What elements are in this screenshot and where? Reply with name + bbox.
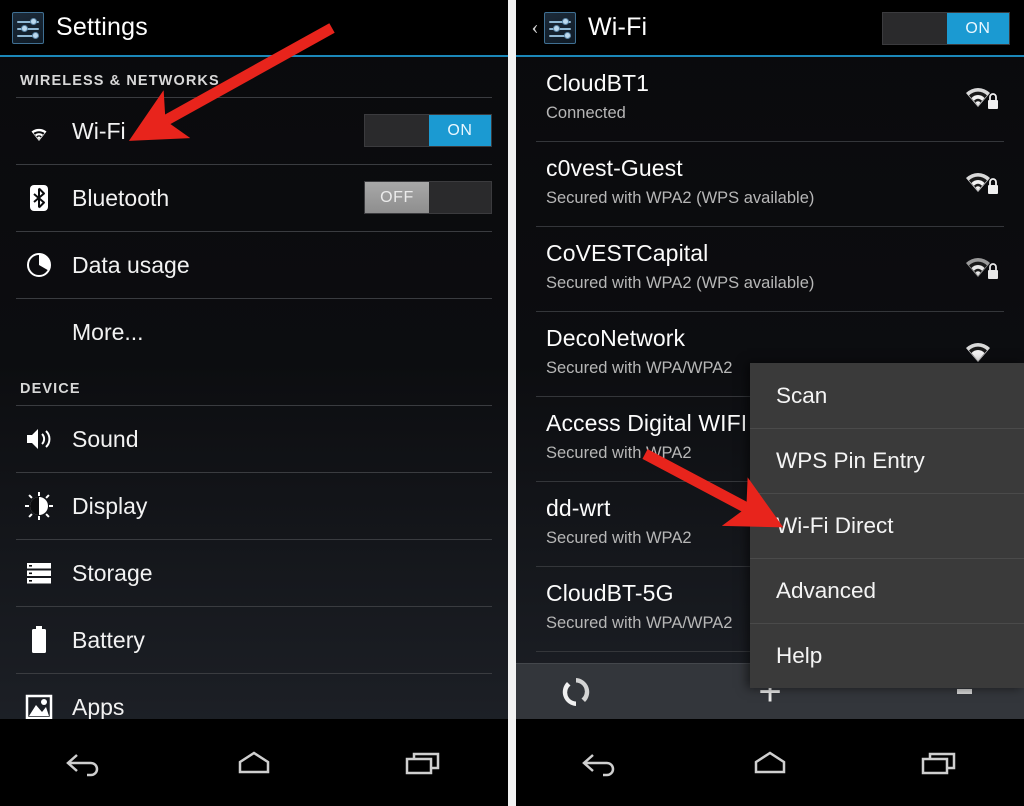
section-header-wireless: WIRELESS & NETWORKS [20,73,220,89]
storage-icon [22,556,56,590]
wifi-ssid: c0vest-Guest [546,155,683,181]
settings-row-sound[interactable]: Sound [0,406,508,472]
menu-item-advanced[interactable]: Advanced [750,558,1024,623]
menu-item-help[interactable]: Help [750,623,1024,688]
bluetooth-toggle-label: OFF [365,182,429,213]
home-icon[interactable] [740,743,800,783]
wifi-network-row[interactable]: CoVESTCapital Secured with WPA2 (WPS ava… [516,227,1024,311]
wifi-signal-lock-icon [958,164,1002,198]
wifi-status: Connected [546,104,626,122]
settings-titlebar: Settings [0,0,508,57]
page-title: Settings [56,13,148,41]
wifi-master-toggle-switch[interactable]: ON [882,12,1010,45]
settings-row-label: Apps [72,693,125,720]
wifi-status: Secured with WPA2 (WPS available) [546,274,815,292]
wifi-signal-lock-icon [958,79,1002,113]
recents-icon[interactable] [393,743,453,783]
back-icon[interactable] [571,743,631,783]
settings-row-label: Data usage [72,251,190,278]
display-icon [22,489,56,523]
settings-row-label: Wi-Fi [72,117,126,144]
settings-row-display[interactable]: Display [0,473,508,539]
overflow-dot [966,689,972,694]
wifi-toggle-label: ON [429,115,491,146]
settings-row-label: Storage [72,559,153,586]
settings-row-data-usage[interactable]: Data usage [0,232,508,298]
wifi-titlebar: ‹ Wi-Fi ON [516,0,1024,57]
bluetooth-toggle-switch[interactable]: OFF [364,181,492,214]
system-navbar-right [516,719,1024,806]
menu-item-wifi-direct[interactable]: Wi-Fi Direct [750,493,1024,558]
android-settings-screenshot: Settings WIRELESS & NETWORKS Wi-Fi ON Bl… [0,0,1024,806]
wifi-page-title: Wi-Fi [588,13,648,41]
settings-row-label: Sound [72,425,139,452]
settings-row-battery[interactable]: Battery [0,607,508,673]
settings-row-storage[interactable]: Storage [0,540,508,606]
wifi-icon [22,114,56,148]
wifi-toggle-switch[interactable]: ON [364,114,492,147]
panel-divider [508,0,516,806]
settings-row-label: Display [72,492,148,519]
recents-icon[interactable] [909,743,969,783]
home-icon[interactable] [224,743,284,783]
wifi-overflow-popup-menu[interactable]: Scan WPS Pin Entry Wi-Fi Direct Advanced… [750,363,1024,688]
settings-row-label: More... [72,318,144,345]
menu-item-scan[interactable]: Scan [750,363,1024,428]
wifi-master-toggle-label: ON [947,13,1009,44]
wps-push-button-icon[interactable] [516,675,636,709]
settings-row-label: Battery [72,626,145,653]
wifi-network-row[interactable]: c0vest-Guest Secured with WPA2 (WPS avai… [516,142,1024,226]
settings-row-bluetooth[interactable]: Bluetooth OFF [0,165,508,231]
settings-panel: Settings WIRELESS & NETWORKS Wi-Fi ON Bl… [0,0,508,806]
wifi-network-row[interactable]: CloudBT1 Connected [516,57,1024,141]
back-icon[interactable] [55,743,115,783]
wifi-status: Secured with WPA2 (WPS available) [546,189,815,207]
bluetooth-icon [22,181,56,215]
wifi-signal-lock-icon [958,249,1002,283]
battery-icon [22,623,56,657]
settings-sliders-icon [544,11,576,44]
wifi-ssid: CoVESTCapital [546,240,709,266]
section-header-device: DEVICE [20,381,81,397]
settings-list: WIRELESS & NETWORKS Wi-Fi ON Bluetooth O… [0,57,508,741]
menu-item-wps-pin-entry[interactable]: WPS Pin Entry [750,428,1024,493]
sound-icon [22,422,56,456]
data-usage-icon [22,248,56,282]
settings-row-wifi[interactable]: Wi-Fi ON [0,98,508,164]
settings-row-label: Bluetooth [72,184,170,211]
settings-row-more[interactable]: More... [0,299,508,365]
back-chevron-icon[interactable]: ‹ [528,17,542,38]
wifi-ssid: CloudBT1 [546,70,650,96]
settings-sliders-icon [12,11,44,44]
system-navbar-left [0,719,508,806]
wifi-ssid: DecoNetwork [546,325,686,351]
